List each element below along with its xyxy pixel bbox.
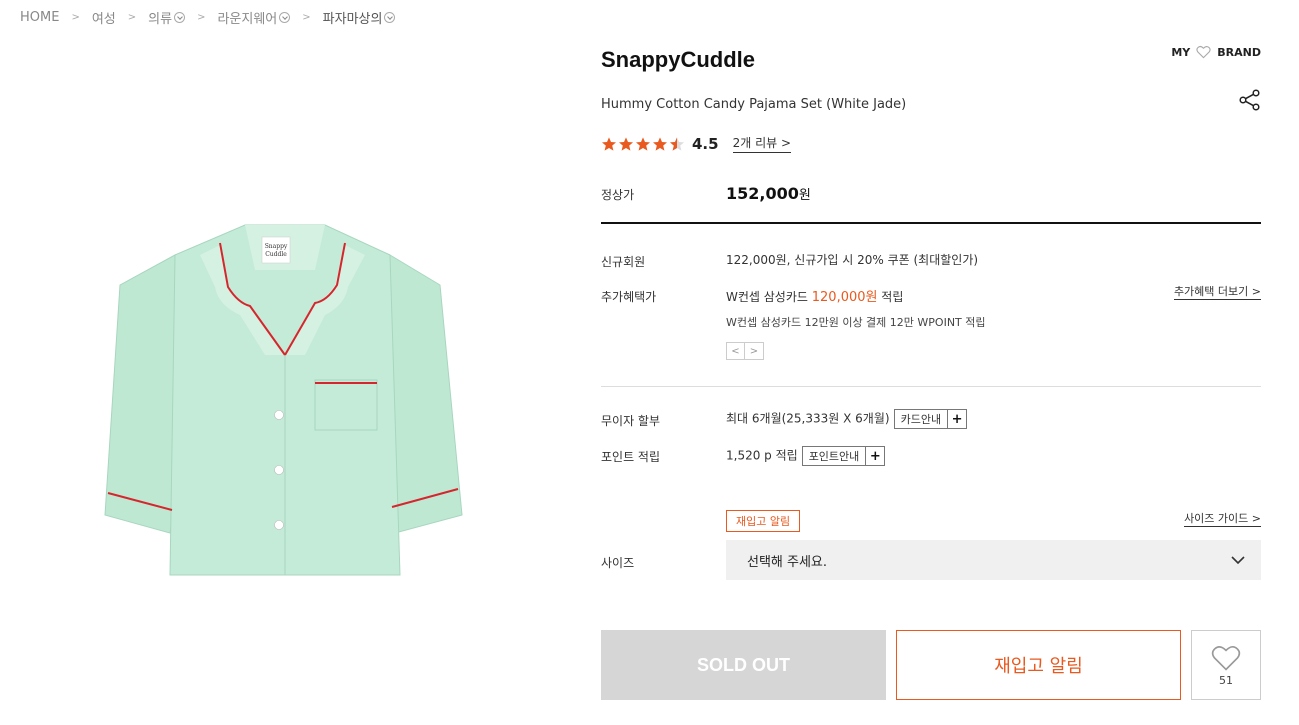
installment-value: 최대 6개월(25,333원 X 6개월) 카드안내 +: [726, 409, 968, 429]
product-title: Hummy Cotton Candy Pajama Set (White Jad…: [601, 97, 907, 112]
chevron-right-icon: >: [780, 136, 792, 150]
review-link[interactable]: 2개 리뷰 >: [732, 134, 792, 153]
price-amount: 152,000: [726, 184, 799, 203]
garment-label-line1: Snappy: [265, 243, 288, 250]
chevron-right-icon: >: [71, 12, 80, 23]
breadcrumb-pajama-tops-label: 파자마상의: [322, 12, 383, 27]
breadcrumb-loungewear-label: 라운지웨어: [217, 12, 278, 27]
breadcrumb-pajama-tops[interactable]: 파자마상의: [323, 8, 396, 27]
points-value: 1,520 p 적립 포인트안내 +: [726, 446, 886, 466]
more-benefits-link[interactable]: 추가혜택 더보기 >: [1173, 283, 1261, 300]
installment-label: 무이자 할부: [601, 414, 661, 428]
chevron-right-icon: >: [1251, 285, 1261, 298]
heart-icon: [1211, 645, 1241, 671]
share-icon[interactable]: [1239, 89, 1261, 111]
size-select[interactable]: 선택해 주세요.: [726, 540, 1261, 580]
my-brand-toggle[interactable]: MY BRAND: [1171, 45, 1261, 59]
chevron-right-icon: >: [127, 12, 137, 23]
brand-label: BRAND: [1217, 45, 1261, 59]
benefit-pager: < >: [726, 342, 764, 360]
price-label: 정상가: [601, 188, 635, 202]
divider: [601, 222, 1261, 224]
chevron-down-icon: [1231, 555, 1245, 564]
like-button[interactable]: 51: [1191, 630, 1261, 700]
review-count: 2개 리뷰: [732, 136, 778, 150]
next-arrow-icon[interactable]: >: [745, 342, 764, 360]
size-guide-link[interactable]: 사이즈 가이드 >: [1184, 510, 1261, 527]
new-member-label: 신규회원: [601, 255, 646, 269]
extra-benefit-label: 추가혜택가: [601, 290, 657, 304]
installment-text: 최대 6개월(25,333원 X 6개월): [726, 411, 890, 426]
star-icon: [602, 136, 616, 151]
breadcrumb: HOME > 여성 > 의류 > 라운지웨어 > 파자마상의: [20, 8, 396, 27]
divider: [601, 386, 1261, 387]
prev-arrow-icon[interactable]: <: [726, 342, 745, 360]
chevron-down-icon[interactable]: [279, 12, 291, 23]
price-unit: 원: [798, 188, 811, 203]
like-count: 51: [1219, 673, 1233, 687]
points-info-button[interactable]: 포인트안내 +: [801, 446, 886, 466]
star-icon: [636, 136, 650, 151]
extra-benefit-note: W컨셉 삼성카드 12만원 이상 결제 12만 WPOINT 적립: [726, 316, 986, 329]
points-info-label: 포인트안내: [808, 450, 860, 463]
breadcrumb-women[interactable]: 여성: [92, 8, 116, 27]
extra-benefit-suffix: 적립: [881, 290, 904, 304]
more-benefits-label: 추가혜택 더보기: [1173, 285, 1249, 298]
price-value: 152,000원: [726, 184, 811, 203]
extra-benefit-card: W컨셉 삼성카드: [726, 290, 808, 304]
restock-alert-button[interactable]: 재입고 알림: [896, 630, 1181, 700]
brand-name[interactable]: SnappyCuddle: [601, 47, 755, 73]
chevron-right-icon: >: [302, 12, 311, 23]
points-text: 1,520 p 적립: [726, 448, 798, 463]
my-label: MY: [1171, 45, 1191, 59]
size-guide-label: 사이즈 가이드: [1184, 512, 1249, 525]
chevron-down-icon[interactable]: [174, 12, 186, 23]
card-info-label: 카드안내: [900, 413, 942, 426]
product-image[interactable]: Snappy Cuddle: [100, 215, 470, 585]
garment-label-line2: Cuddle: [265, 251, 287, 258]
breadcrumb-clothing-label: 의류: [148, 12, 173, 27]
chevron-down-icon[interactable]: [384, 12, 396, 23]
rating-score: 4.5: [692, 134, 719, 153]
soldout-button[interactable]: SOLD OUT: [601, 630, 886, 700]
breadcrumb-loungewear[interactable]: 라운지웨어: [217, 8, 291, 27]
star-rating: [601, 136, 685, 152]
breadcrumb-home[interactable]: HOME: [20, 10, 59, 25]
half-star-icon: [670, 136, 684, 151]
pajama-top-illustration: Snappy Cuddle: [104, 224, 463, 576]
points-label: 포인트 적립: [601, 450, 661, 464]
size-label: 사이즈: [601, 556, 635, 570]
new-member-value: 122,000원, 신규가입 시 20% 쿠폰 (최대할인가): [726, 253, 979, 267]
chevron-right-icon: >: [1251, 512, 1261, 525]
star-icon: [653, 136, 667, 151]
rating: 4.5 2개 리뷰 >: [601, 134, 792, 153]
chevron-right-icon: >: [197, 12, 206, 23]
star-icon: [619, 136, 633, 151]
plus-icon: +: [947, 410, 966, 428]
extra-benefit-price: 120,000원: [811, 290, 878, 305]
card-info-button[interactable]: 카드안내 +: [893, 409, 968, 429]
extra-benefit-value: W컨셉 삼성카드 120,000원 적립: [726, 286, 903, 305]
plus-icon: +: [865, 447, 884, 465]
heart-icon: [1196, 45, 1211, 59]
breadcrumb-clothing[interactable]: 의류: [148, 8, 186, 27]
size-select-placeholder: 선택해 주세요.: [747, 554, 828, 570]
restock-badge[interactable]: 재입고 알림: [726, 510, 801, 532]
